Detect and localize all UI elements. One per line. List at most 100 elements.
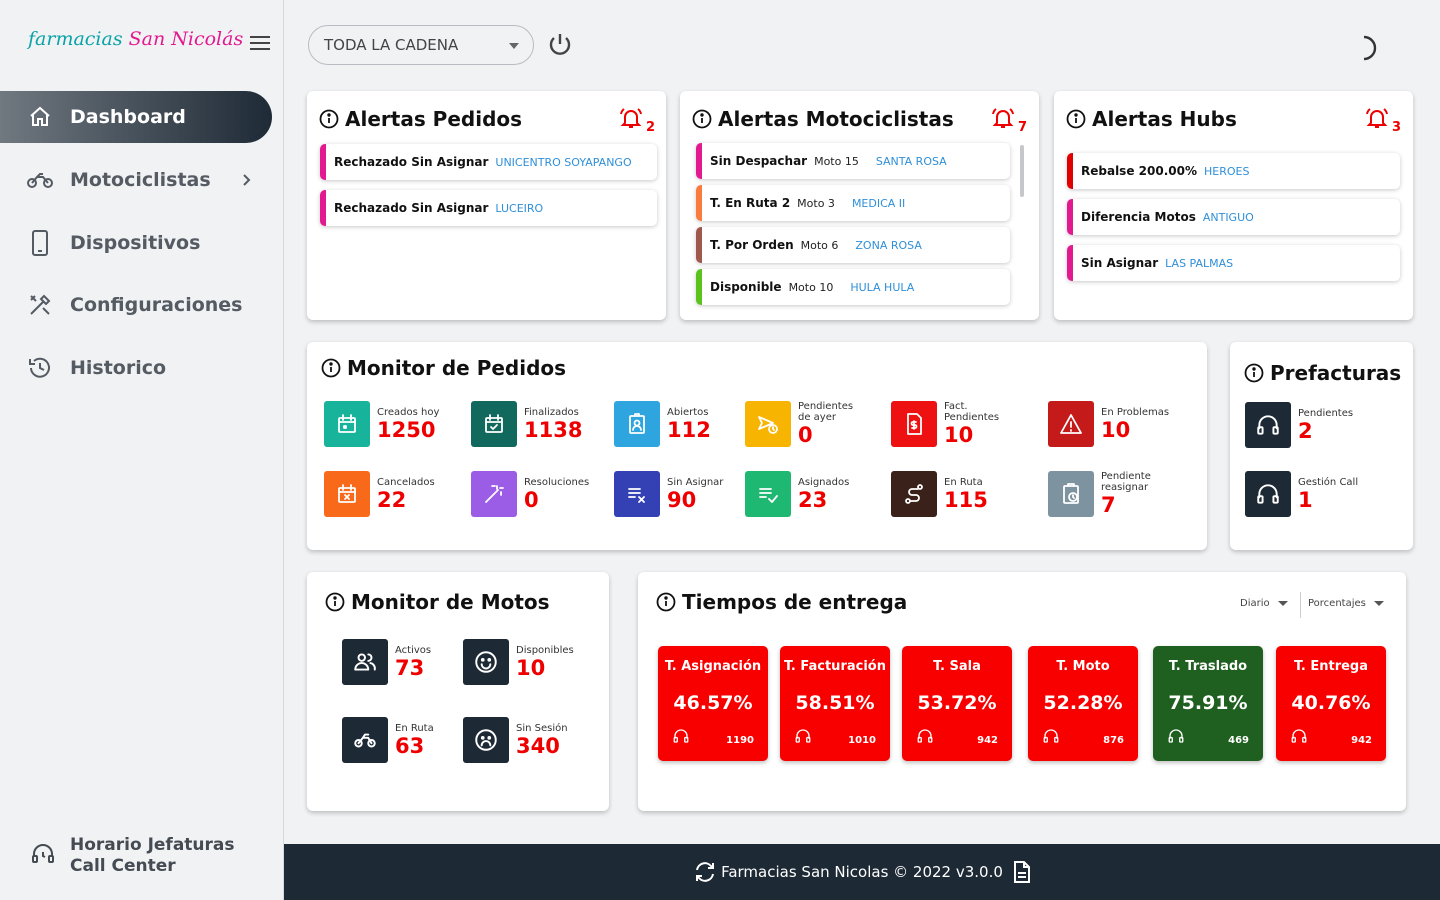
tiempo-percentage: 52.28% xyxy=(1043,692,1123,714)
stat-creados-hoy[interactable]: Creados hoy 1250 xyxy=(324,401,439,447)
tiempo-label: T. Asignación xyxy=(664,659,762,674)
stat-value: 1 xyxy=(1298,487,1313,512)
alert-item[interactable]: Diferencia Motos ANTIGUO xyxy=(1067,199,1400,235)
info-icon[interactable] xyxy=(1244,363,1264,383)
chain-select[interactable]: TODA LA CADENA xyxy=(308,25,534,65)
sidebar-item-dispositivos[interactable]: Dispositivos xyxy=(0,217,272,269)
smile-icon xyxy=(463,639,509,685)
magic-wand-icon xyxy=(471,471,517,517)
alert-bell[interactable]: 2 xyxy=(618,106,655,134)
brand-logo[interactable]: farmacias San Nicolás xyxy=(28,28,243,50)
alert-item[interactable]: Rebalse 200.00% HEROES xyxy=(1067,153,1400,189)
card-title: Alertas Pedidos xyxy=(319,107,522,131)
alert-bell[interactable]: 7 xyxy=(990,106,1027,134)
tiempo-percentage: 53.72% xyxy=(917,692,997,714)
info-icon[interactable] xyxy=(1066,109,1086,129)
tiempo-card-1[interactable]: T. Facturación 58.51% 1010 xyxy=(780,646,890,761)
dark-mode-moon-icon[interactable] xyxy=(1356,34,1382,66)
headset-icon xyxy=(1290,727,1308,749)
stat-text: Cancelados 22 xyxy=(377,477,435,512)
alert-item-title: Rechazado Sin Asignar xyxy=(334,155,489,169)
sidebar-item-historico[interactable]: Historico xyxy=(0,342,272,394)
alert-item[interactable]: T. En Ruta 2 Moto 3 MEDICA II xyxy=(696,185,1010,221)
stat-sin-asignar[interactable]: Sin Asignar 90 xyxy=(614,471,723,517)
sidebar-item-label: Configuraciones xyxy=(70,294,243,316)
caret-down-icon xyxy=(1277,601,1288,606)
alert-item[interactable]: Rechazado Sin Asignar UNICENTRO SOYAPANGO xyxy=(320,144,657,180)
tiempo-count: 942 xyxy=(977,735,998,746)
sidebar-item-motociclistas[interactable]: Motociclistas xyxy=(0,154,272,206)
stat-pendientes[interactable]: Pendientes 2 xyxy=(1245,402,1353,448)
stat-label: Fact. Pendientes xyxy=(944,401,1000,423)
schedule-link[interactable]: Horario Jefaturas Call Center xyxy=(30,835,235,877)
tiempo-card-3[interactable]: T. Moto 52.28% 876 xyxy=(1028,646,1138,761)
stat-value: 0 xyxy=(524,487,539,512)
alert-item[interactable]: Sin Despachar Moto 15 SANTA ROSA xyxy=(696,143,1010,179)
alert-item-location: HULA HULA xyxy=(850,280,915,294)
stat-label: En Ruta xyxy=(395,722,434,734)
chevron-right-icon xyxy=(242,170,252,192)
card-title: Alertas Motociclistas xyxy=(692,107,954,131)
headset-icon xyxy=(916,727,934,749)
tiempo-card-4[interactable]: T. Traslado 75.91% 469 xyxy=(1153,646,1263,761)
tiempo-count: 876 xyxy=(1103,735,1124,746)
stat-sin-sesi-n[interactable]: Sin Sesión 340 xyxy=(463,717,568,763)
route-icon xyxy=(891,471,937,517)
stat-activos[interactable]: Activos 73 xyxy=(342,639,431,685)
stat-gesti-n-call[interactable]: Gestión Call 1 xyxy=(1245,471,1358,517)
stat-label: Creados hoy xyxy=(377,406,440,418)
alert-item[interactable]: Sin Asignar LAS PALMAS xyxy=(1067,245,1400,281)
scrollbar[interactable] xyxy=(1020,145,1024,197)
mode-dropdown-value: Porcentajes xyxy=(1308,598,1366,609)
stat-pendientes-de-ayer[interactable]: Pendientes de ayer 0 xyxy=(745,401,860,447)
power-icon[interactable] xyxy=(546,31,574,63)
stat-text: Disponibles 10 xyxy=(516,645,574,680)
stat-fact-pendientes[interactable]: Fact. Pendientes 10 xyxy=(891,401,1006,447)
stat-resoluciones[interactable]: Resoluciones 0 xyxy=(471,471,589,517)
stat-label: Pendiente reasignar xyxy=(1101,471,1151,493)
stat-label: En Problemas xyxy=(1101,406,1170,418)
stat-value: 115 xyxy=(944,487,988,512)
stat-en-ruta[interactable]: En Ruta 115 xyxy=(891,471,988,517)
stat-abiertos[interactable]: Abiertos 112 xyxy=(614,401,711,447)
stat-finalizados[interactable]: Finalizados 1138 xyxy=(471,401,582,447)
alert-item-moto: Moto 3 xyxy=(797,196,835,210)
stat-en-ruta[interactable]: En Ruta 63 xyxy=(342,717,434,763)
stat-value: 22 xyxy=(377,487,407,512)
alert-item[interactable]: T. Por Orden Moto 6 ZONA ROSA xyxy=(696,227,1010,263)
stat-text: Asignados 23 xyxy=(798,477,849,512)
stat-value: 10 xyxy=(944,423,974,447)
period-dropdown[interactable]: Diario xyxy=(1240,598,1288,609)
info-icon[interactable] xyxy=(319,109,339,129)
stat-label: Pendientes de ayer xyxy=(798,401,854,423)
alert-item[interactable]: Disponible Moto 10 HULA HULA xyxy=(696,269,1010,305)
info-icon[interactable] xyxy=(656,592,676,612)
document-icon[interactable] xyxy=(1013,861,1031,883)
stat-en-problemas[interactable]: En Problemas 10 xyxy=(1048,401,1169,447)
info-icon[interactable] xyxy=(325,592,345,612)
stat-disponibles[interactable]: Disponibles 10 xyxy=(463,639,574,685)
menu-toggle-icon[interactable] xyxy=(250,36,270,52)
mode-dropdown[interactable]: Porcentajes xyxy=(1308,598,1384,609)
alert-item-title: Sin Despachar xyxy=(710,154,808,168)
tools-icon xyxy=(26,291,54,319)
alert-item[interactable]: Rechazado Sin Asignar LUCEIRO xyxy=(320,190,657,226)
sidebar-item-dashboard[interactable]: Dashboard xyxy=(0,91,272,143)
stat-asignados[interactable]: Asignados 23 xyxy=(745,471,849,517)
stat-value: 63 xyxy=(395,733,425,758)
info-icon[interactable] xyxy=(321,358,341,378)
stat-cancelados[interactable]: Cancelados 22 xyxy=(324,471,435,517)
card-title: Monitor de Pedidos xyxy=(321,356,566,380)
refresh-icon[interactable] xyxy=(693,861,717,883)
caret-down-icon xyxy=(1373,601,1384,606)
alert-item-location: ZONA ROSA xyxy=(855,238,922,252)
stat-value: 340 xyxy=(516,733,560,758)
alert-bell[interactable]: 3 xyxy=(1364,106,1401,134)
stat-pendiente-reasignar[interactable]: Pendiente reasignar 7 xyxy=(1048,471,1163,517)
send-clock-icon xyxy=(745,401,791,447)
tiempo-card-5[interactable]: T. Entrega 40.76% 942 xyxy=(1276,646,1386,761)
tiempo-card-2[interactable]: T. Sala 53.72% 942 xyxy=(902,646,1012,761)
tiempo-card-0[interactable]: T. Asignación 46.57% 1190 xyxy=(658,646,768,761)
info-icon[interactable] xyxy=(692,109,712,129)
sidebar-item-configuraciones[interactable]: Configuraciones xyxy=(0,279,272,331)
